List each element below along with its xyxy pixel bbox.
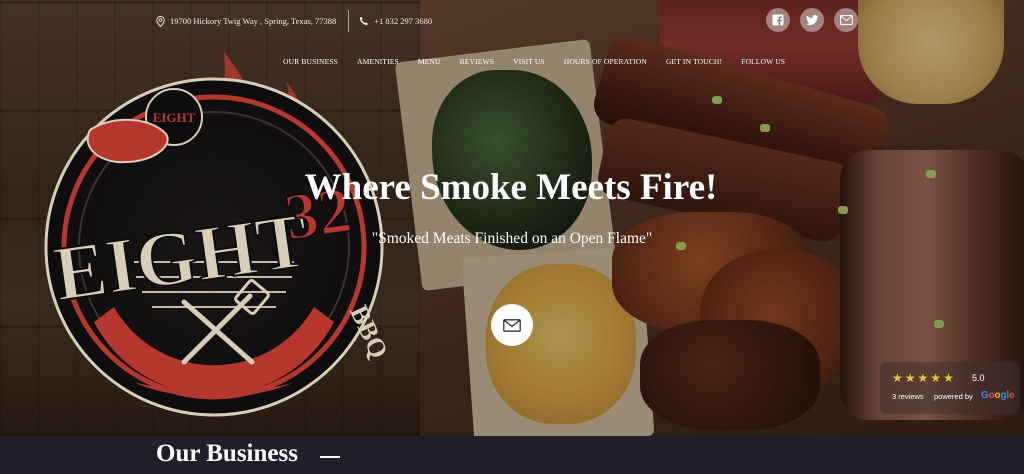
address-text[interactable]: 19700 Hickory Twig Way , Spring, Texas, … <box>170 16 336 26</box>
star-icon: ★ <box>892 371 903 385</box>
nav-get-in-touch[interactable]: GET IN TOUCH! <box>666 57 722 66</box>
main-nav: OUR BUSINESS AMENITIES MENU REVIEWS VISI… <box>283 57 804 66</box>
hero-headline: Where Smoke Meets Fire! <box>0 166 1024 209</box>
twitter-button[interactable] <box>800 8 824 32</box>
facebook-icon <box>772 14 784 26</box>
location-pin-icon <box>156 15 165 27</box>
nav-reviews[interactable]: REVIEWS <box>460 57 494 66</box>
star-rating: ★ ★ ★ ★ ★ <box>892 372 954 384</box>
hero-subheadline-text: "Smoked Meats Finished on an Open Flame" <box>371 230 653 247</box>
nav-our-business[interactable]: OUR BUSINESS <box>283 57 338 66</box>
nav-amenities[interactable]: AMENITIES <box>357 57 399 66</box>
eight32-bbq-logo: EIGHT EIGHT 32 BBQ <box>44 52 394 417</box>
review-count[interactable]: 3 reviews <box>892 392 924 401</box>
facebook-button[interactable] <box>766 8 790 32</box>
nav-hours-of-operation[interactable]: HOURS OF OPERATION <box>564 57 647 66</box>
envelope-icon <box>503 318 521 332</box>
rating-value: 5.0 <box>972 373 985 383</box>
social-links <box>766 8 858 32</box>
nav-visit-us[interactable]: VISIT US <box>513 57 545 66</box>
logo-emblem-text: EIGHT <box>153 110 196 125</box>
hero-subheadline: "Smoked Meats Finished on an Open Flame" <box>0 230 1024 248</box>
our-business-section <box>0 436 1024 474</box>
nav-follow-us[interactable]: FOLLOW US <box>741 57 785 66</box>
email-button[interactable] <box>834 8 858 32</box>
hero-headline-text: Where Smoke Meets Fire! <box>304 167 718 208</box>
google-logo: Google <box>981 390 1015 401</box>
contact-bar: 19700 Hickory Twig Way , Spring, Texas, … <box>156 10 432 32</box>
section-title: Our Business <box>156 440 298 467</box>
star-icon: ★ <box>930 371 942 385</box>
section-title-dash <box>320 456 340 458</box>
powered-by-text: powered by <box>934 392 973 401</box>
star-icon: ★ <box>917 371 929 385</box>
contact-divider <box>348 10 350 32</box>
twitter-icon <box>805 14 818 25</box>
phone-number[interactable]: +1 832 297 3680 <box>374 16 432 26</box>
contact-email-button[interactable] <box>491 304 533 346</box>
google-reviews-widget[interactable]: ★ ★ ★ ★ ★ 5.0 3 reviews powered by Googl… <box>880 362 1020 414</box>
star-icon: ★ <box>904 371 916 385</box>
star-icon: ★ <box>943 371 954 385</box>
nav-menu[interactable]: MENU <box>418 57 441 66</box>
phone-icon <box>359 16 369 26</box>
envelope-icon <box>839 15 853 25</box>
